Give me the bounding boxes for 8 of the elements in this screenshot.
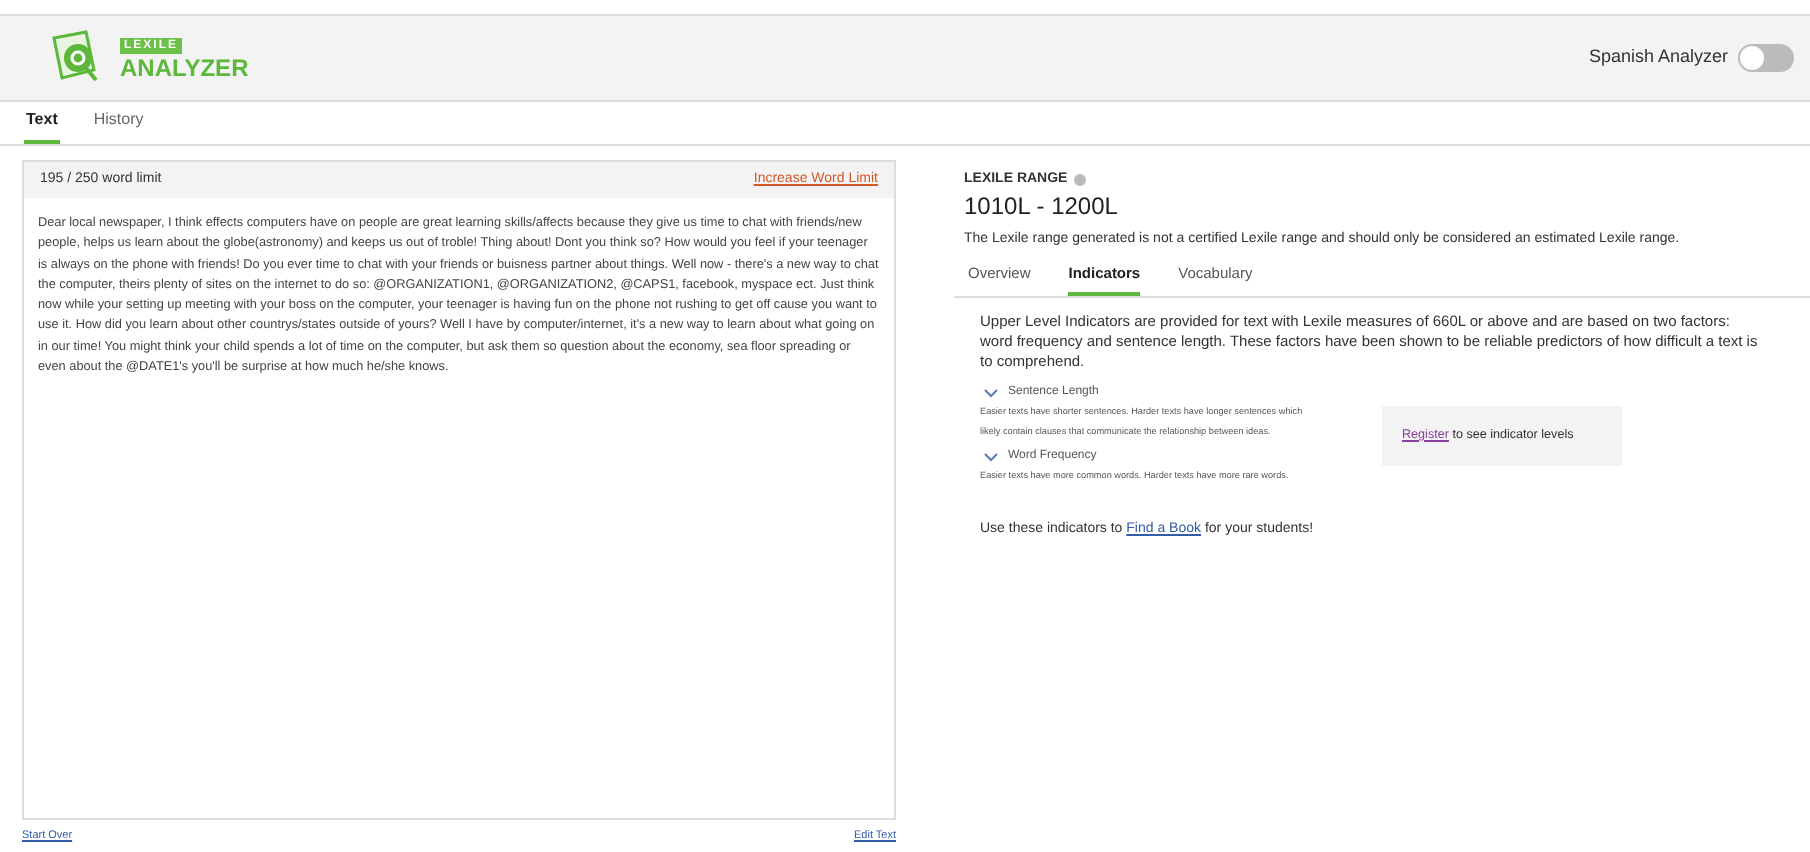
tab[interactable]: Text: [24, 108, 60, 144]
lexile-range: 1010L - 1200L: [964, 191, 1120, 219]
toggle-label: Spanish Analyzer: [1588, 44, 1728, 71]
spanish-toggle[interactable]: [1738, 44, 1794, 72]
chevron-icon[interactable]: [984, 388, 998, 399]
logo-title: ANALYZER: [120, 55, 249, 79]
chevron-icon[interactable]: [984, 452, 998, 463]
tab[interactable]: History: [91, 108, 146, 144]
